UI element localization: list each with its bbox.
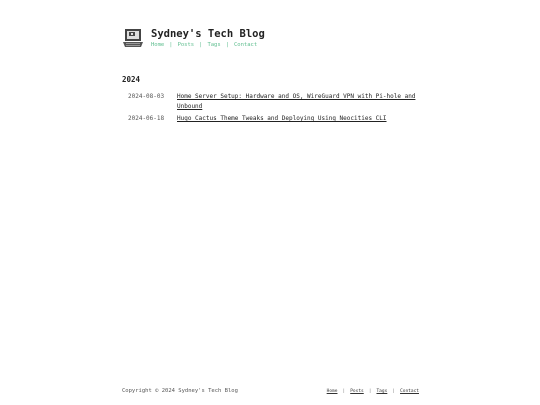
site-title[interactable]: Sydney's Tech Blog	[151, 28, 265, 40]
post-date: 2024-08-03	[128, 93, 165, 100]
list-item: 2024-06-18 Hugo Cactus Theme Tweaks and …	[122, 114, 422, 124]
post-date: 2024-06-18	[128, 115, 165, 122]
nav-posts[interactable]: Posts	[178, 42, 195, 49]
nav-tags[interactable]: Tags	[207, 42, 220, 49]
footer-nav-separator: |	[368, 388, 372, 394]
footer-nav-separator: |	[342, 388, 346, 394]
nav-separator: |	[225, 42, 229, 48]
post-list: 2024-08-03 Home Server Setup: Hardware a…	[122, 92, 422, 126]
footer-nav-tags[interactable]: Tags	[376, 389, 387, 394]
site-footer: Copyright © 2024 Sydney's Tech Blog Home…	[122, 388, 419, 394]
main-nav: Home | Posts | Tags | Contact	[151, 42, 265, 49]
footer-nav-posts[interactable]: Posts	[350, 389, 364, 394]
copyright-text: Copyright © 2024 Sydney's Tech Blog	[122, 388, 238, 394]
nav-home[interactable]: Home	[151, 42, 164, 49]
post-link[interactable]: Hugo Cactus Theme Tweaks and Deploying U…	[177, 114, 422, 124]
computer-icon[interactable]	[122, 27, 144, 49]
nav-separator: |	[199, 42, 203, 48]
footer-nav: Home | Posts | Tags | Contact	[327, 389, 419, 394]
footer-nav-separator: |	[392, 388, 396, 394]
header-text: Sydney's Tech Blog Home | Posts | Tags |…	[151, 27, 265, 49]
footer-nav-contact[interactable]: Contact	[400, 389, 419, 394]
footer-nav-home[interactable]: Home	[327, 389, 338, 394]
archive-year: 2024	[122, 75, 141, 84]
nav-contact[interactable]: Contact	[234, 42, 257, 49]
list-item: 2024-08-03 Home Server Setup: Hardware a…	[122, 92, 422, 112]
nav-separator: |	[169, 42, 173, 48]
post-link[interactable]: Home Server Setup: Hardware and OS, Wire…	[177, 92, 422, 112]
site-header: Sydney's Tech Blog Home | Posts | Tags |…	[122, 27, 265, 49]
